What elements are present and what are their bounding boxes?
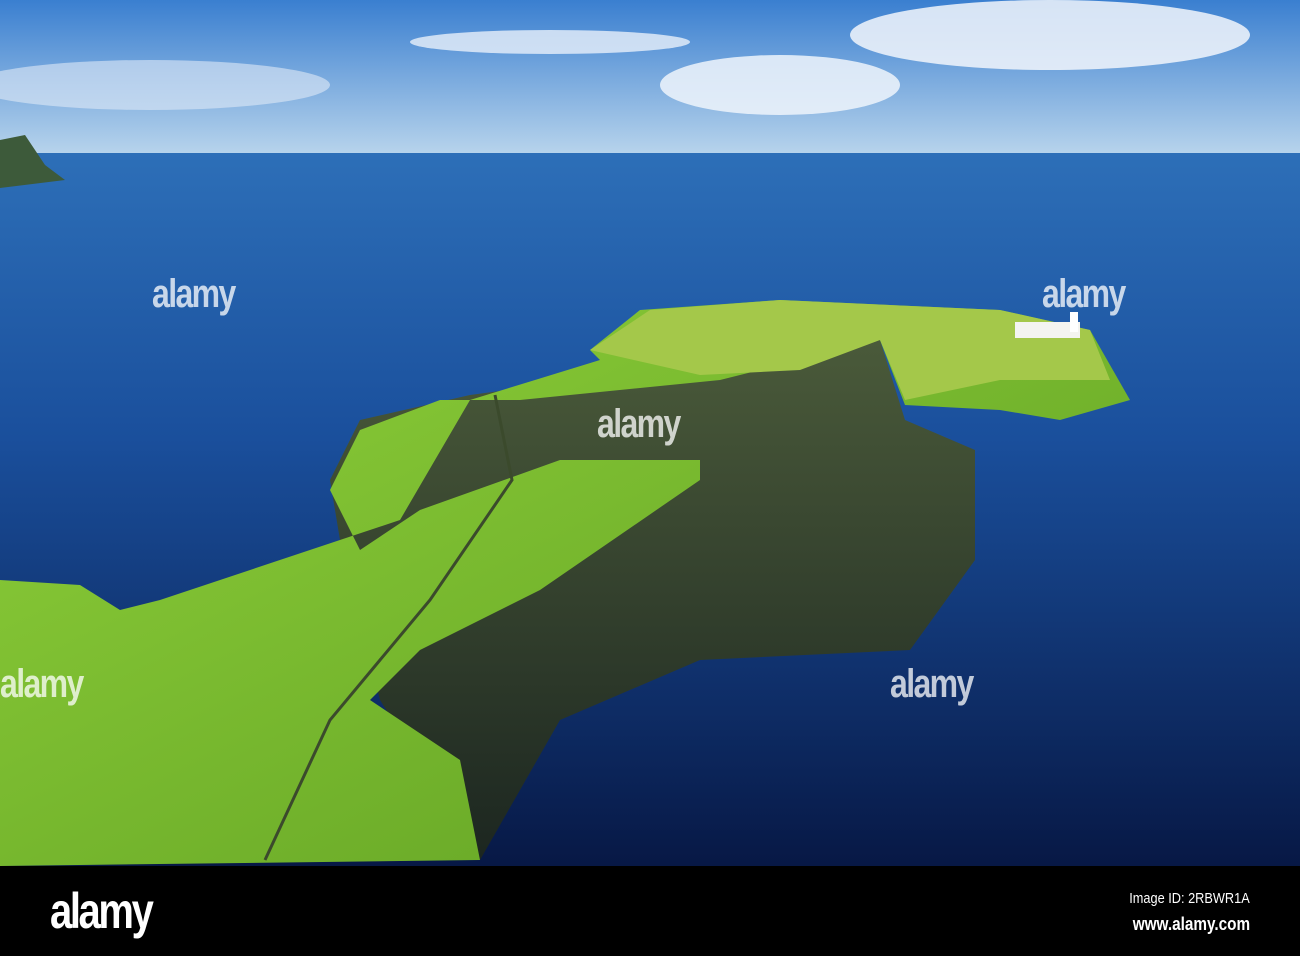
site-url: www.alamy.com	[1132, 914, 1250, 934]
image-id: Image ID: 2RBWR1A	[1129, 890, 1250, 907]
watermark: alamy	[152, 272, 236, 316]
alamy-logo: alamy	[50, 883, 154, 939]
cloud	[660, 55, 900, 115]
cloud	[850, 0, 1250, 70]
footer-bar: alamy Image ID: 2RBWR1A www.alamy.com	[0, 866, 1300, 956]
watermark: alamy	[1042, 272, 1126, 316]
watermark: alamy	[890, 662, 974, 706]
watermark: alamy	[597, 402, 681, 446]
photo-stage: alamy alamy alamy alamy alamy alamy Imag…	[0, 0, 1300, 956]
cloud	[410, 30, 690, 54]
watermark: alamy	[0, 662, 84, 706]
